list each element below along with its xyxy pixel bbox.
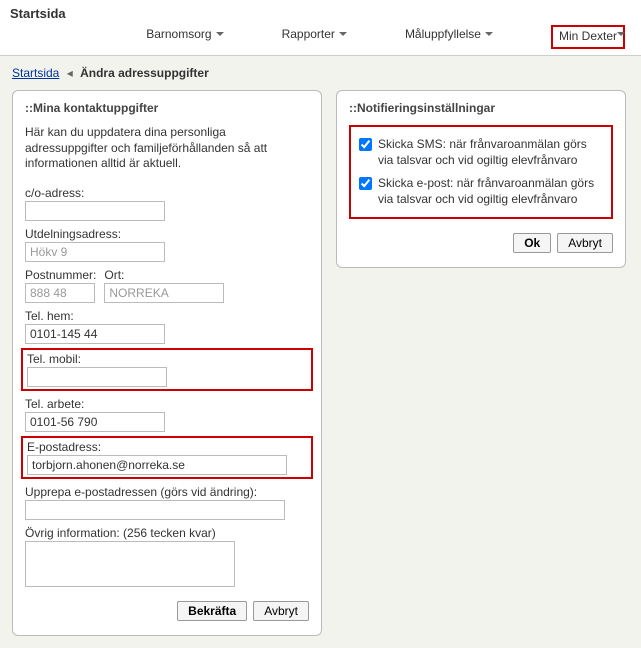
telhem-label: Tel. hem: [25,309,309,323]
tab-min-dexter[interactable]: Min Dexter [551,25,625,49]
ok-button[interactable]: Ok [513,233,551,253]
co-label: c/o-adress: [25,186,309,200]
tab-strip: Barnomsorg Rapporter Måluppfyllelse Min … [10,23,631,55]
extra-label: Övrig information: (256 tecken kvar) [25,526,309,540]
sms-label: Skicka SMS: när frånvaroanmälan görs via… [378,137,603,168]
utd-input[interactable] [25,242,165,262]
email-notif-label: Skicka e-post: när frånvaroanmälan görs … [378,176,603,207]
postnr-label: Postnummer: [25,268,96,282]
sms-checkbox[interactable] [359,138,372,151]
confirm-button[interactable]: Bekräfta [177,601,247,621]
telarb-input[interactable] [25,412,165,432]
cancel-button[interactable]: Avbryt [253,601,309,621]
ort-input[interactable] [104,283,224,303]
breadcrumb-root[interactable]: Startsida [12,66,59,80]
telhem-input[interactable] [25,324,165,344]
email-repeat-input[interactable] [25,500,285,520]
notification-panel: ::Notifieringsinställningar Skicka SMS: … [336,90,626,268]
telmobil-label: Tel. mobil: [27,352,307,366]
ort-label: Ort: [104,268,224,282]
telarb-label: Tel. arbete: [25,397,309,411]
breadcrumb: Startsida ◂ Ändra adressuppgifter [0,56,641,90]
contact-panel: ::Mina kontaktuppgifter Här kan du uppda… [12,90,322,636]
co-input[interactable] [25,201,165,221]
breadcrumb-sep: ◂ [67,66,73,80]
tab-rapporter[interactable]: Rapporter [282,27,345,49]
top-bar: Startsida Barnomsorg Rapporter Måluppfyl… [0,0,641,56]
email-input[interactable] [27,455,287,475]
contact-intro: Här kan du uppdatera dina personliga adr… [25,125,309,172]
breadcrumb-current: Ändra adressuppgifter [80,66,209,80]
notification-panel-title: ::Notifieringsinställningar [349,101,613,115]
page-title: Startsida [10,6,631,23]
notification-highlight-box: Skicka SMS: när frånvaroanmälan görs via… [349,125,613,219]
tab-barnomsorg[interactable]: Barnomsorg [146,27,221,49]
postnr-input[interactable] [25,283,95,303]
contact-panel-title: ::Mina kontaktuppgifter [25,101,309,115]
email-checkbox[interactable] [359,177,372,190]
notif-cancel-button[interactable]: Avbryt [557,233,613,253]
tab-maluppfyllelse[interactable]: Måluppfyllelse [405,27,491,49]
telmobil-input[interactable] [27,367,167,387]
extra-textarea[interactable] [25,541,235,587]
email-repeat-label: Upprepa e-postadressen (görs vid ändring… [25,485,309,499]
email-label: E-postadress: [27,440,307,454]
utd-label: Utdelningsadress: [25,227,309,241]
